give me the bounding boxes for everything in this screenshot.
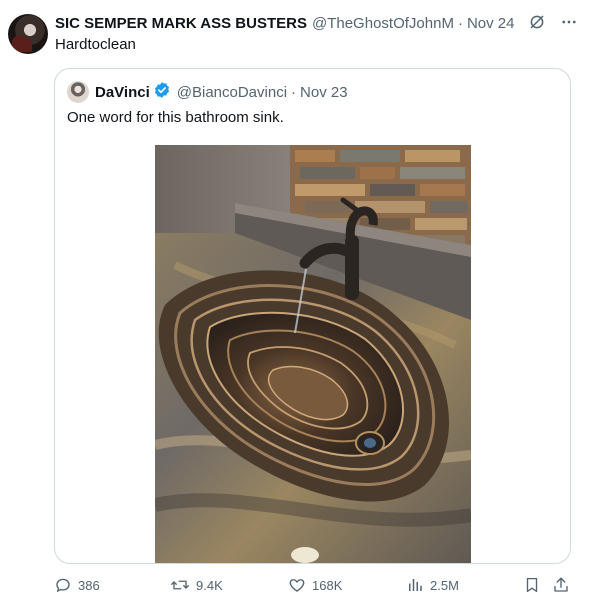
share-icon — [552, 576, 570, 594]
bookmark-button[interactable] — [523, 576, 541, 594]
separator-dot: · — [457, 14, 463, 32]
repost-count: 9.4K — [196, 577, 223, 593]
views-count: 2.5M — [430, 577, 459, 593]
post-text: Hardtoclean — [55, 36, 136, 53]
reply-button[interactable]: 386 — [54, 576, 100, 594]
post-action-bar: 386 9.4K 168K 2.5M — [0, 576, 592, 598]
quoted-author-name[interactable]: DaVinci — [95, 84, 150, 101]
quoted-author-avatar[interactable] — [67, 81, 89, 103]
repost-icon — [170, 576, 190, 594]
quoted-author-handle[interactable]: @BiancoDavinci — [177, 84, 287, 101]
share-button[interactable] — [552, 576, 570, 594]
like-icon — [288, 576, 306, 594]
views-icon — [406, 576, 424, 594]
more-icon[interactable] — [560, 13, 578, 31]
reply-count: 386 — [78, 577, 100, 593]
like-button[interactable]: 168K — [288, 576, 342, 594]
author-avatar[interactable] — [8, 14, 48, 54]
quoted-post-card[interactable]: DaVinci @BiancoDavinci · Nov 23 One word… — [54, 68, 571, 564]
reply-icon — [54, 576, 72, 594]
quoted-post-text: One word for this bathroom sink. — [67, 109, 284, 126]
like-count: 168K — [312, 577, 343, 593]
separator-dot: · — [291, 83, 297, 101]
verified-badge-icon — [153, 81, 171, 103]
grok-icon[interactable] — [528, 13, 546, 31]
author-handle[interactable]: @TheGhostOfJohnM — [312, 15, 454, 32]
post-date[interactable]: Nov 24 — [467, 15, 515, 32]
views-button[interactable]: 2.5M — [406, 576, 459, 594]
author-name[interactable]: SIC SEMPER MARK ASS BUSTERS — [55, 15, 307, 32]
bookmark-icon — [523, 576, 541, 594]
quoted-post-header: DaVinci @BiancoDavinci · Nov 23 — [67, 81, 348, 103]
repost-button[interactable]: 9.4K — [170, 576, 223, 594]
quoted-post-date[interactable]: Nov 23 — [300, 84, 348, 101]
header-actions — [528, 13, 578, 31]
sink-photo[interactable] — [155, 145, 471, 563]
post-header: SIC SEMPER MARK ASS BUSTERS @TheGhostOfJ… — [55, 13, 582, 33]
